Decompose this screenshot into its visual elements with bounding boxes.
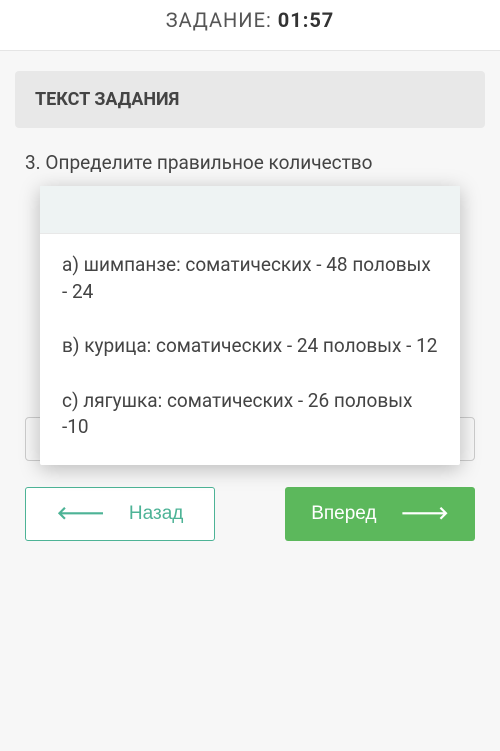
task-header: ТЕКСТ ЗАДАНИЯ bbox=[15, 71, 485, 128]
timer-value: 01:57 bbox=[278, 8, 335, 32]
arrow-left-icon: 🡐 bbox=[57, 503, 105, 524]
option-c[interactable]: с) лягушка: соматических - 26 половых -1… bbox=[62, 388, 438, 441]
options-modal: a) шимпанзе: соматических - 48 половых -… bbox=[40, 186, 460, 465]
nav-buttons: 🡐 Назад Вперед 🡒 bbox=[15, 461, 485, 541]
question-text: 3. Определите правильное количество bbox=[15, 128, 485, 187]
modal-header[interactable] bbox=[40, 186, 460, 234]
back-button-label: Назад bbox=[129, 503, 183, 525]
option-a[interactable]: a) шимпанзе: соматических - 48 половых -… bbox=[62, 252, 438, 305]
timer-bar: ЗАДАНИЕ: 01:57 bbox=[0, 0, 500, 50]
forward-button-label: Вперед bbox=[311, 503, 376, 525]
back-button[interactable]: 🡐 Назад bbox=[25, 487, 215, 541]
option-b[interactable]: в) курица: соматических - 24 половых - 1… bbox=[62, 333, 438, 360]
timer-label: ЗАДАНИЕ: bbox=[166, 8, 278, 32]
modal-body: a) шимпанзе: соматических - 48 половых -… bbox=[40, 234, 460, 465]
arrow-right-icon: 🡒 bbox=[401, 503, 449, 524]
forward-button[interactable]: Вперед 🡒 bbox=[285, 487, 475, 541]
